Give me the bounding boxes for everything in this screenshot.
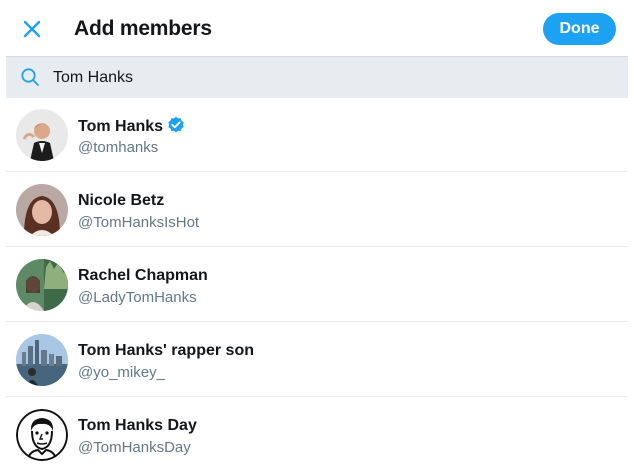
user-handle: @tomhanks <box>78 139 159 156</box>
user-name: Tom Hanks Day <box>78 417 197 434</box>
avatar <box>16 334 68 386</box>
verified-badge-icon <box>168 116 184 133</box>
avatar <box>16 409 68 461</box>
page-title: Add members <box>74 17 212 40</box>
list-item[interactable]: Tom Hanks @tomhanks <box>6 97 628 172</box>
search-results-list: Tom Hanks @tomhanks Nicole Betz @TomHank… <box>6 97 628 471</box>
list-item[interactable]: Rachel Chapman @LadyTomHanks <box>6 247 628 322</box>
user-handle: @TomHanksIsHot <box>78 214 200 231</box>
avatar <box>16 109 68 161</box>
search-input[interactable]: Tom Hanks <box>53 57 133 98</box>
header: Add members Done <box>0 0 634 56</box>
user-handle: @yo_mikey_ <box>78 364 165 381</box>
list-item[interactable]: Tom Hanks Day @TomHanksDay <box>6 397 628 471</box>
user-name: Tom Hanks <box>78 116 185 137</box>
list-item[interactable]: Nicole Betz @TomHanksIsHot <box>6 172 628 247</box>
close-icon <box>23 20 41 38</box>
user-name: Rachel Chapman <box>78 267 208 284</box>
user-handle: @LadyTomHanks <box>78 289 197 306</box>
avatar <box>16 184 68 236</box>
user-handle: @TomHanksDay <box>78 439 191 456</box>
search-bar[interactable]: Tom Hanks <box>6 56 628 98</box>
search-icon <box>21 68 39 86</box>
avatar <box>16 259 68 311</box>
user-name: Tom Hanks' rapper son <box>78 342 254 359</box>
list-item[interactable]: Tom Hanks' rapper son @yo_mikey_ <box>6 322 628 397</box>
close-button[interactable] <box>18 15 46 43</box>
done-button[interactable]: Done <box>543 13 616 45</box>
user-name: Nicole Betz <box>78 192 165 209</box>
